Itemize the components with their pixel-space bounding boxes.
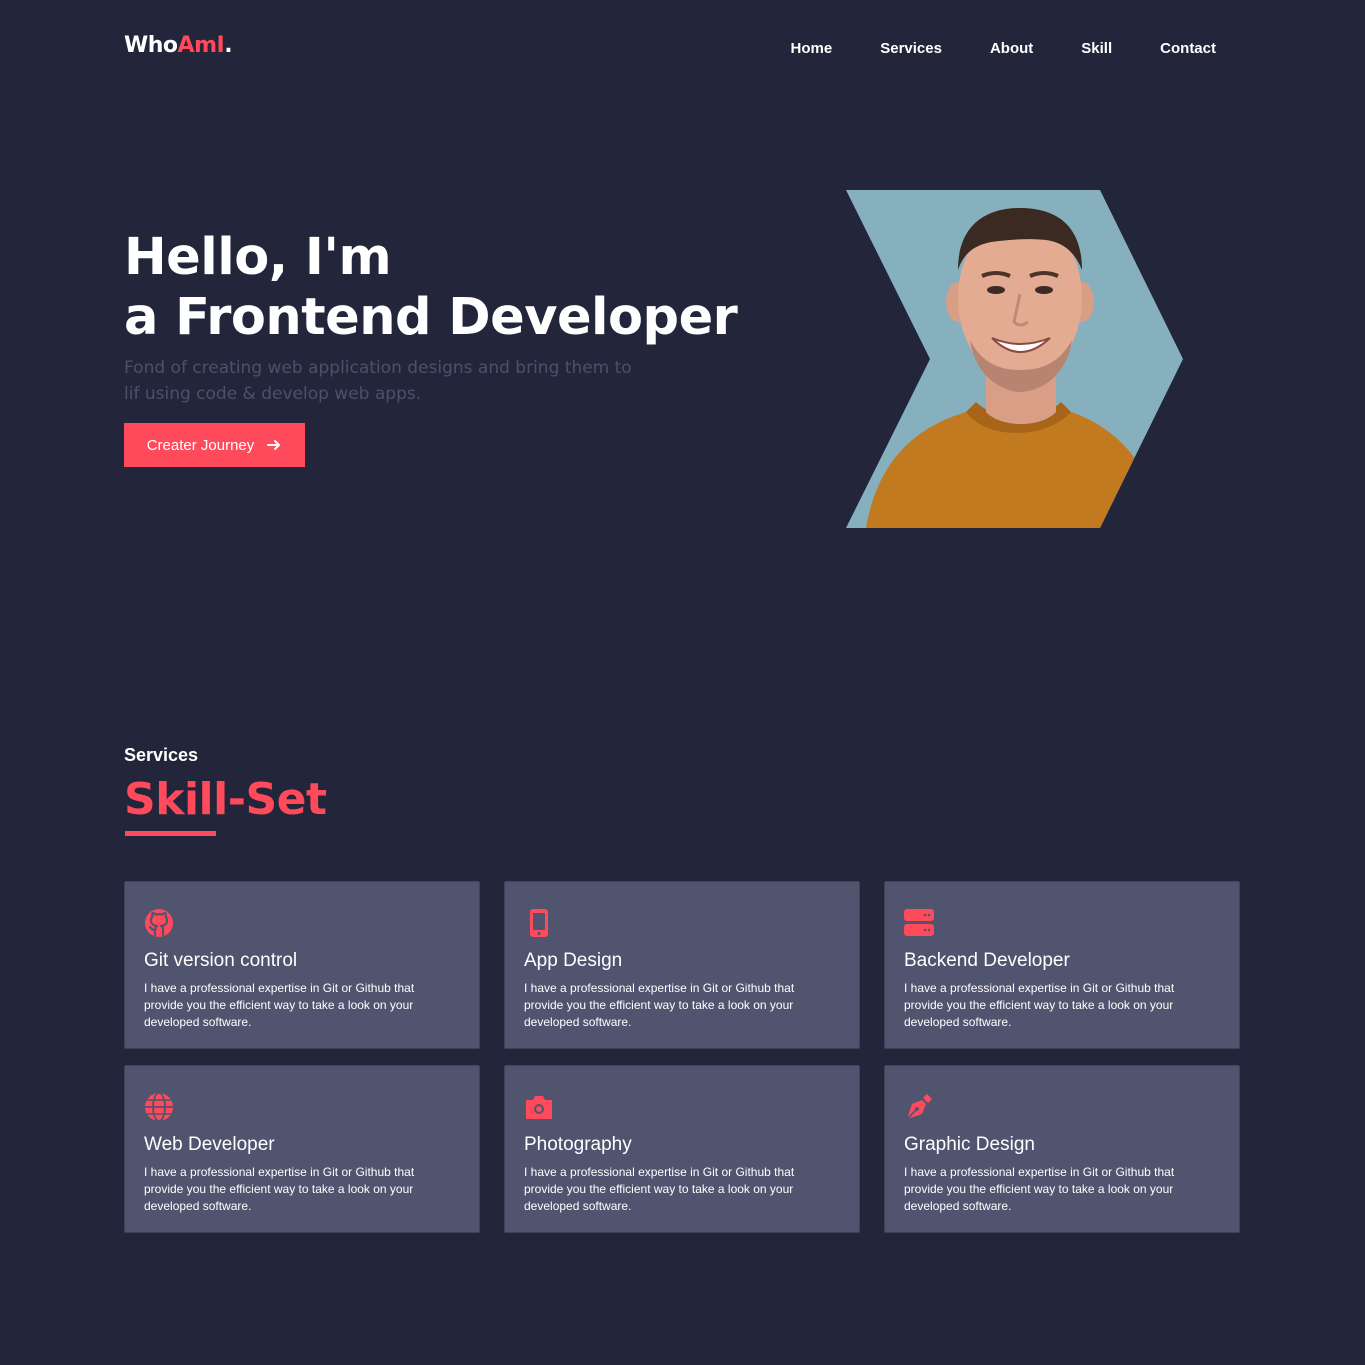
card-title: Backend Developer xyxy=(904,950,1070,971)
pen-nib-icon xyxy=(904,1092,934,1122)
card-title: App Design xyxy=(524,950,623,971)
skill-set-title: Skill-Set xyxy=(124,774,327,825)
github-icon xyxy=(144,908,174,938)
skill-cards: Git version control I have a professiona… xyxy=(124,881,1240,1233)
nav-services[interactable]: Services xyxy=(880,40,942,57)
main-nav: Home Services About Skill Contact xyxy=(791,40,1216,57)
card-title: Photography xyxy=(524,1134,632,1155)
camera-icon xyxy=(524,1092,554,1122)
nav-contact[interactable]: Contact xyxy=(1160,40,1216,57)
skill-card: Photography I have a professional expert… xyxy=(504,1065,860,1233)
card-text: I have a professional expertise in Git o… xyxy=(144,1165,415,1213)
mobile-icon xyxy=(524,908,554,938)
skill-card: Git version control I have a professiona… xyxy=(124,881,480,1049)
site-logo[interactable]: WhoAmI. xyxy=(124,33,233,58)
skill-card: App Design I have a professional experti… xyxy=(504,881,860,1049)
title-underline xyxy=(125,831,216,836)
nav-home[interactable]: Home xyxy=(791,40,833,57)
arrow-right-icon xyxy=(267,440,281,450)
logo-ami: AmI xyxy=(177,33,225,58)
hero-line-1: Hello, I'm xyxy=(124,228,392,287)
services-label: Services xyxy=(124,745,199,765)
card-text: I have a professional expertise in Git o… xyxy=(904,1165,1175,1213)
card-text: I have a professional expertise in Git o… xyxy=(904,981,1175,1029)
logo-who: Who xyxy=(124,33,178,58)
hero-title: Hello, I'm a Frontend Developer xyxy=(124,228,738,348)
card-text: I have a professional expertise in Git o… xyxy=(524,1165,795,1213)
logo-dot: . xyxy=(224,33,233,58)
card-text: I have a professional expertise in Git o… xyxy=(144,981,415,1029)
card-title: Web Developer xyxy=(144,1134,275,1155)
card-text: I have a professional expertise in Git o… xyxy=(524,981,795,1029)
cta-label: Creater Journey xyxy=(146,436,255,454)
globe-icon xyxy=(144,1092,174,1122)
profile-portrait xyxy=(846,190,1183,528)
nav-about[interactable]: About xyxy=(990,40,1033,57)
skill-card: Web Developer I have a professional expe… xyxy=(124,1065,480,1233)
card-title: Git version control xyxy=(144,950,298,971)
card-title: Graphic Design xyxy=(904,1134,1035,1155)
skill-card: Backend Developer I have a professional … xyxy=(884,881,1240,1049)
hero-line-2: a Frontend Developer xyxy=(124,288,738,347)
nav-skill[interactable]: Skill xyxy=(1081,40,1112,57)
skill-card: Graphic Design I have a professional exp… xyxy=(884,1065,1240,1233)
server-icon xyxy=(904,908,934,938)
creater-journey-button[interactable]: Creater Journey xyxy=(124,423,305,467)
hero-subtitle: Fond of creating web application designs… xyxy=(124,358,632,404)
